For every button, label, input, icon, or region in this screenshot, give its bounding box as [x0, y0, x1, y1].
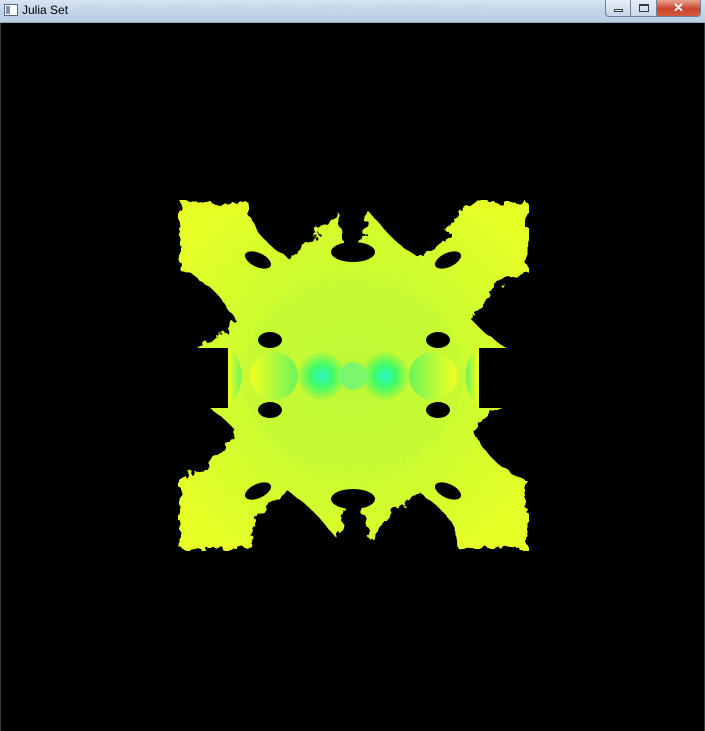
close-icon: ✕ [673, 0, 684, 15]
menu-item: Help [464, 3, 488, 15]
menu-item: View [168, 3, 194, 15]
maximize-icon [638, 4, 649, 12]
menu-bar-ghost: File Edit View Tools Run Project Prefere… [80, 3, 509, 15]
caption-buttons: ✕ [605, 0, 701, 17]
maximize-button[interactable] [631, 0, 657, 17]
minimize-button[interactable] [605, 0, 631, 17]
title-bar[interactable]: Julia Set File Edit View Tools Run Proje… [0, 0, 705, 23]
close-button[interactable]: ✕ [657, 0, 701, 17]
minimize-icon [613, 9, 623, 12]
render-canvas[interactable] [0, 23, 705, 731]
menu-item: Edit [123, 3, 144, 15]
window-title: Julia Set [22, 3, 69, 17]
fractal-image [178, 202, 529, 549]
menu-item: Project [316, 3, 352, 15]
menu-item: Preferences [377, 3, 439, 15]
app-window: Julia Set File Edit View Tools Run Proje… [0, 0, 705, 731]
menu-item: File [80, 3, 99, 15]
app-icon[interactable] [4, 4, 18, 16]
menu-item: Tools [218, 3, 246, 15]
menu-item: Run [270, 3, 292, 15]
julia-set-fractal [178, 200, 529, 551]
